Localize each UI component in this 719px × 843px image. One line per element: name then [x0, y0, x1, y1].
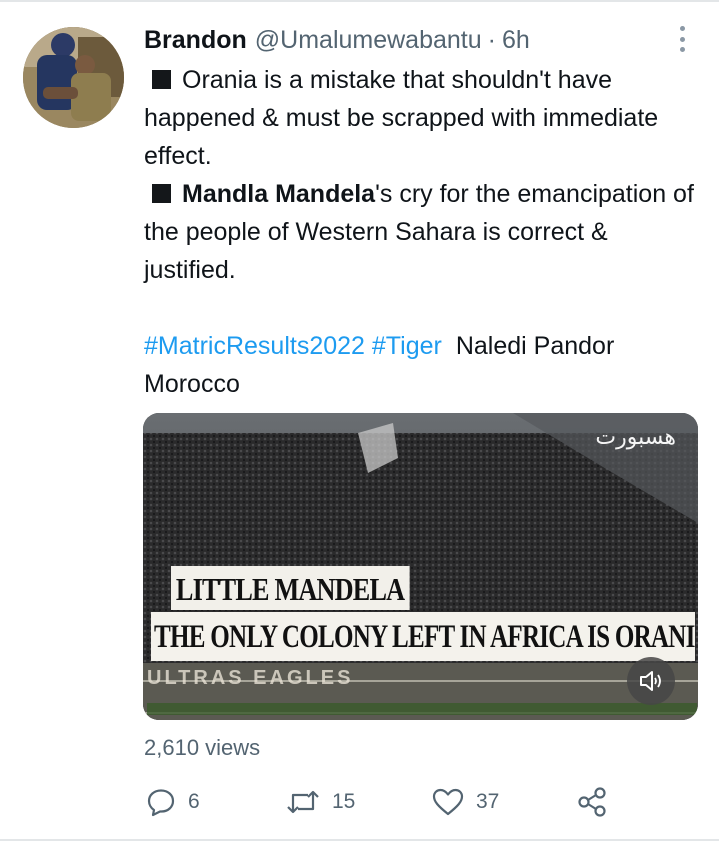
view-count: 2,610 views	[144, 735, 261, 760]
speaker-muted-icon[interactable]	[627, 657, 675, 705]
reply-icon	[147, 789, 175, 817]
tweet-video[interactable]: هسبورت LITTLE MANDELA THE ONLY COLONY LE…	[143, 413, 698, 720]
black-square-icon	[152, 70, 171, 89]
banner-main-text: THE ONLY COLONY LEFT IN AFRICA IS ORANIA	[154, 619, 695, 655]
retweet-button[interactable]: 15	[286, 782, 355, 822]
reply-count: 6	[188, 790, 200, 813]
share-button[interactable]	[576, 782, 608, 822]
bullet-1-text: Orania is a mistake that shouldn't have …	[144, 66, 659, 170]
hashtag-matricresults[interactable]: #MatricResults2022	[144, 332, 365, 360]
tweet-text: Orania is a mistake that shouldn't have …	[144, 61, 704, 403]
action-bar: 6 15 37	[144, 782, 624, 822]
avatar[interactable]	[23, 27, 124, 128]
tweet-paragraph-2: Mandla Mandela's cry for the emancipatio…	[144, 175, 704, 289]
bottom-divider	[0, 839, 719, 841]
author-name[interactable]: Brandon	[144, 26, 247, 55]
retweet-icon	[287, 790, 319, 814]
tweet-tags: #MatricResults2022 #Tiger Naledi Pandor M…	[144, 327, 704, 403]
top-divider	[0, 0, 719, 2]
separator-dot: ·	[487, 26, 496, 54]
more-options-icon[interactable]	[672, 24, 692, 54]
tweet-header: Brandon @Umalumewabantu · 6h	[144, 26, 530, 58]
heart-icon	[432, 788, 464, 816]
like-count: 37	[476, 790, 500, 813]
like-button[interactable]: 37	[432, 782, 499, 822]
banner-top-text: LITTLE MANDELA	[171, 566, 410, 610]
share-icon	[578, 787, 606, 817]
banner-main: THE ONLY COLONY LEFT IN AFRICA IS ORANIA	[151, 612, 695, 661]
black-square-icon	[152, 184, 171, 203]
tweet-paragraph-1: Orania is a mistake that shouldn't have …	[144, 61, 704, 175]
author-handle[interactable]: @Umalumewabantu	[255, 26, 482, 55]
banner-lower-text: ULTRAS EAGLES	[147, 667, 354, 689]
retweet-count: 15	[332, 790, 356, 813]
mention-text: Mandla Mandela	[182, 180, 376, 208]
timestamp[interactable]: 6h	[502, 26, 530, 55]
hashtag-tiger[interactable]: #Tiger	[372, 332, 442, 360]
reply-button[interactable]: 6	[146, 782, 200, 822]
media-watermark: هسبورت	[595, 425, 676, 450]
